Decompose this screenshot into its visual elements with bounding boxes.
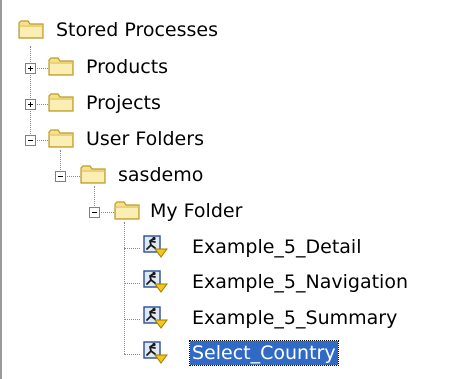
- tree-node-label[interactable]: Projects: [84, 91, 163, 115]
- collapse-toggle-icon[interactable]: [89, 207, 100, 218]
- tree-node-example-5-detail[interactable]: Example_5_Detail: [0, 232, 461, 266]
- stored-process-icon: [142, 340, 168, 364]
- tree-node-label[interactable]: Example_5_Detail: [190, 235, 364, 259]
- tree-node-label[interactable]: Example_5_Navigation: [190, 270, 410, 294]
- expand-toggle-icon[interactable]: [25, 99, 36, 110]
- folder-icon: [114, 199, 140, 221]
- tree-node-label[interactable]: User Folders: [84, 127, 206, 151]
- tree-node-label[interactable]: My Folder: [148, 199, 244, 223]
- tree-node-example-5-summary[interactable]: Example_5_Summary: [0, 303, 461, 337]
- stored-process-icon: [142, 305, 168, 329]
- stored-process-icon: [142, 269, 168, 293]
- tree-node-projects[interactable]: Projects: [0, 88, 300, 122]
- folder-icon: [80, 163, 106, 185]
- collapse-toggle-icon[interactable]: [25, 135, 36, 146]
- tree-node-stored-processes[interactable]: Stored Processes: [0, 16, 300, 50]
- tree-node-label[interactable]: Stored Processes: [54, 18, 220, 42]
- expand-toggle-icon[interactable]: [25, 63, 36, 74]
- tree-node-label[interactable]: Example_5_Summary: [190, 306, 399, 330]
- stored-process-icon: [142, 234, 168, 258]
- tree-node-select-country[interactable]: Select_Country: [0, 338, 461, 372]
- tree-node-label-selected[interactable]: Select_Country: [189, 340, 339, 366]
- tree-node-example-5-navigation[interactable]: Example_5_Navigation: [0, 267, 461, 301]
- tree-node-label[interactable]: sasdemo: [116, 163, 205, 187]
- tree-node-user-folders[interactable]: User Folders: [0, 124, 300, 158]
- tree-node-products[interactable]: Products: [0, 52, 300, 86]
- tree-node-my-folder[interactable]: My Folder: [0, 196, 320, 230]
- folder-icon: [48, 55, 74, 77]
- tree-node-label[interactable]: Products: [84, 55, 170, 79]
- tree-node-sasdemo[interactable]: sasdemo: [0, 160, 300, 194]
- stored-process-tree: Stored Processes Products Projects User …: [0, 0, 461, 379]
- folder-icon: [48, 127, 74, 149]
- collapse-toggle-icon[interactable]: [55, 171, 66, 182]
- folder-icon: [48, 91, 74, 113]
- folder-icon: [18, 18, 44, 40]
